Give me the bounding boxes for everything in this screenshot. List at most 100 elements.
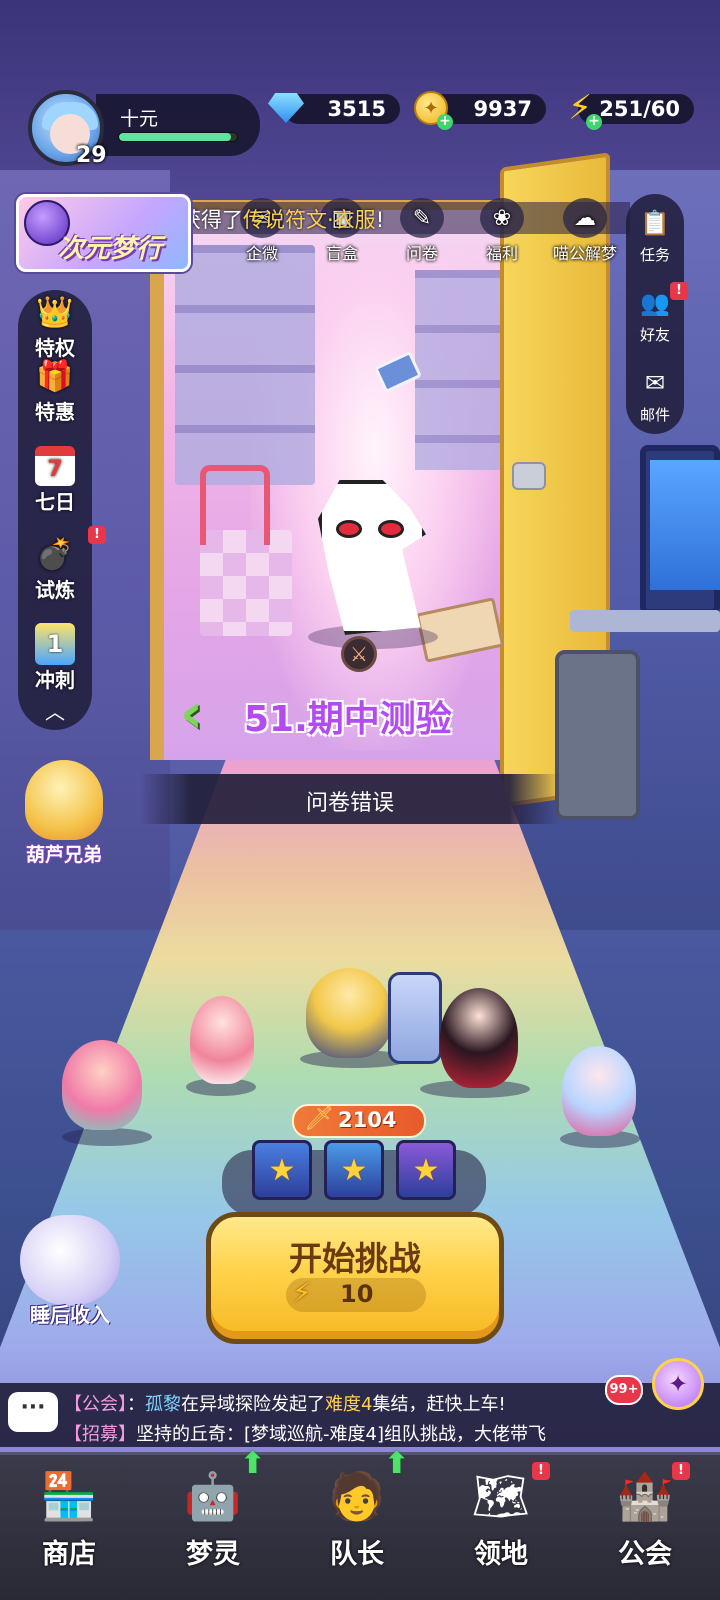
chat-unread-badge: 99+ (605, 1375, 643, 1405)
friends-label: 好友 (639, 326, 670, 344)
trial-label: 试炼 (35, 578, 75, 602)
coin-icon[interactable]: ✦ + (411, 88, 453, 130)
star-icon: ★ (340, 1152, 368, 1188)
tasks-button[interactable]: 📋 任务 (626, 204, 684, 265)
sprint-icon: 1 (28, 620, 82, 668)
sleep-income-label: 睡后收入 (30, 1303, 110, 1327)
friends-alert-badge: ! (670, 282, 688, 300)
sword-power-icon: 🗡 (304, 1104, 335, 1132)
star-icon: ★ (412, 1152, 440, 1188)
stage-subtitle: 问卷错误 (305, 791, 394, 816)
special-offer-label: 特惠 (35, 400, 75, 424)
bookshelf-left (175, 245, 315, 485)
chat-line-guild: 【公会】：孤黎在异域探险发起了难度4集结，赶快上车! (64, 1390, 506, 1416)
energy-value: 251/60 (599, 97, 680, 121)
battle-sword-icon: ⚔ (341, 636, 377, 672)
sprint-button[interactable]: 1 冲刺 (18, 620, 92, 693)
energy-cost-value: 10 (340, 1280, 374, 1308)
nav-captain-label: 队长 (330, 1539, 384, 1570)
boss-eye-right (378, 520, 404, 538)
sprint-number: 1 (35, 623, 75, 665)
gem-icon (266, 88, 306, 128)
privilege-button[interactable]: 👑 特权 (18, 288, 92, 361)
add-coins-icon[interactable]: + (437, 114, 453, 130)
chat-text: 坚持的丘奇：[梦域巡航-难度4]组队挑战，大佬带飞 (136, 1424, 546, 1445)
trial-cannon-icon: 💣 (36, 536, 74, 572)
hero-nurse[interactable] (190, 996, 254, 1084)
upgrade-arrow-icon: ⬆ (240, 1446, 266, 1481)
quick-label: 喵公解梦 (552, 244, 617, 263)
trial-button[interactable]: 💣 试炼 (18, 530, 92, 603)
chat-highlight: 难度4 (325, 1394, 373, 1415)
gourd-label: 葫芦兄弟 (25, 844, 102, 866)
hero-shadow (62, 1128, 152, 1146)
chat-sep: ： (127, 1394, 145, 1415)
chat-bubble-icon[interactable]: ··· (8, 1392, 58, 1432)
chat-sender: 孤黎 (145, 1394, 181, 1415)
quick-label: 福利 (485, 244, 518, 263)
quick-team-icon[interactable]: ✦ (652, 1358, 704, 1410)
team-power-value: 2104 (338, 1108, 397, 1132)
boss-paper-monster[interactable] (318, 480, 426, 635)
chat-tag: 【公会】 (64, 1394, 127, 1415)
sleep-income-button[interactable]: 睡后收入 (10, 1215, 130, 1328)
reward-box-2[interactable]: ★ (324, 1140, 384, 1200)
desk (570, 610, 720, 632)
chat-text-end: 集结，赶快上车! (372, 1394, 506, 1415)
event-banner-label: 次元梦行 (58, 234, 163, 264)
gems-value: 3515 (327, 97, 386, 121)
survey-icon: ✎ (400, 198, 444, 238)
previous-stage-chevron-left-icon[interactable]: ‹ (180, 684, 224, 744)
chat-line-recruit: 【招募】坚持的丘奇：[梦域巡航-难度4]组队挑战，大佬带飞 (64, 1420, 546, 1446)
energy-bolt-icon[interactable]: ⚡ + (560, 88, 602, 130)
quick-label: 企微 (245, 244, 278, 263)
star-icon: ★ (268, 1152, 296, 1188)
gift-icon: ❀ (480, 198, 524, 238)
ticker-suffix: ! (375, 208, 385, 232)
hero-goggles-girl[interactable] (62, 1040, 142, 1130)
nav-shop[interactable]: 🏪 商店 (14, 1458, 124, 1571)
quick-cat-dream[interactable]: ☁ 喵公解梦 (546, 198, 624, 264)
territory-alert-badge: ! (532, 1462, 550, 1480)
chat-tag: 【招募】 (64, 1424, 136, 1445)
school-chair (200, 465, 270, 545)
mail-icon: ✉ (644, 369, 666, 397)
computer-tower (555, 650, 640, 820)
gourd-brothers-button[interactable]: 葫芦兄弟 (14, 760, 114, 867)
quick-label: 盲盒 (325, 244, 358, 263)
calendar-day: 7 (35, 446, 75, 486)
friends-icon: 👥 (640, 289, 670, 317)
cat-dream-icon: ☁ (563, 198, 607, 238)
nav-shop-label: 商店 (42, 1539, 96, 1570)
trial-alert-badge: ! (88, 526, 106, 544)
energy-cost-bolt-icon: ⚡ (292, 1276, 312, 1309)
nav-dream-spirit-label: 梦灵 (186, 1539, 240, 1570)
tasks-label: 任务 (639, 246, 670, 264)
mail-label: 邮件 (639, 406, 670, 424)
door-handle (512, 462, 546, 490)
special-offer-icon: 🎁 (36, 358, 74, 394)
special-offer-button[interactable]: 🎁 特惠 (18, 352, 92, 425)
exp-bar (118, 132, 238, 142)
reward-box-1[interactable]: ★ (252, 1140, 312, 1200)
boss-body (318, 480, 426, 635)
boss-eye-left (336, 520, 362, 538)
territory-icon: 🗺 (471, 1468, 531, 1523)
reward-box-3[interactable]: ★ (396, 1140, 456, 1200)
seven-day-calendar-icon: 7 (28, 442, 82, 490)
hero-red-swordswoman[interactable] (440, 988, 518, 1088)
privilege-icon: 👑 (36, 294, 74, 330)
quick-welfare[interactable]: ❀ 福利 (472, 198, 532, 264)
hero-blond-captain[interactable] (306, 968, 392, 1058)
seven-day-button[interactable]: 7 七日 (18, 442, 92, 515)
player-level: 29 (76, 143, 107, 168)
chat-text: 在异域探险发起了 (181, 1394, 325, 1415)
hero-blue-hair-girl[interactable] (562, 1046, 636, 1136)
mail-button[interactable]: ✉ 邮件 (626, 364, 684, 425)
gourd-icon (25, 760, 103, 840)
add-energy-icon[interactable]: + (586, 114, 602, 130)
hero-shield (388, 972, 442, 1064)
collapse-sidebar-chevron-up-icon[interactable]: ︿ (40, 696, 70, 726)
quick-survey[interactable]: ✎ 问卷 (392, 198, 452, 264)
monitor-screen (650, 460, 720, 590)
